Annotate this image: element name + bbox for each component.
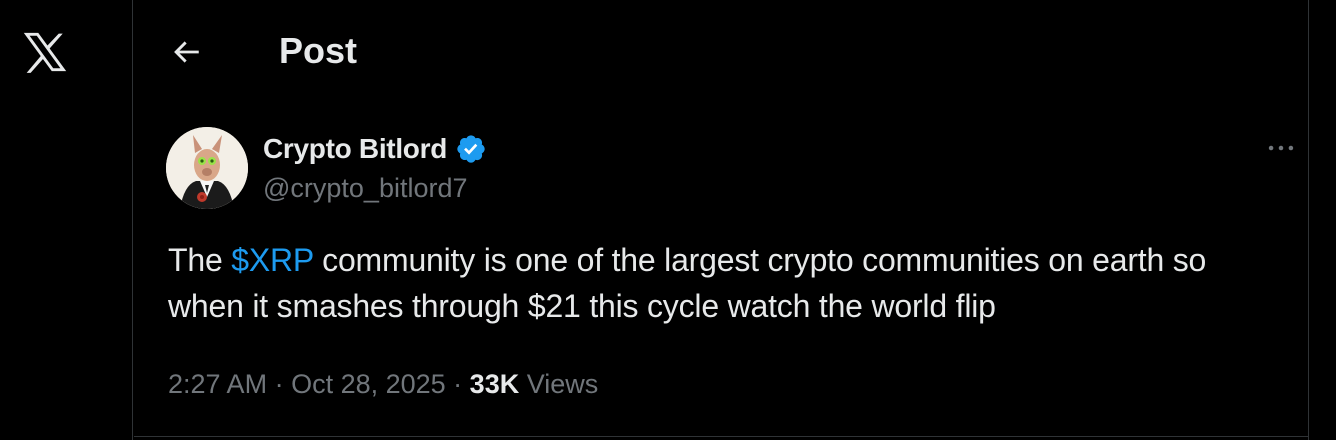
back-button[interactable] bbox=[162, 32, 210, 72]
cashtag-link[interactable]: $XRP bbox=[231, 242, 313, 278]
more-horizontal-icon bbox=[1268, 145, 1294, 151]
post-bottom-divider bbox=[134, 436, 1308, 437]
left-nav-rail bbox=[0, 0, 133, 440]
post-date[interactable]: Oct 28, 2025 bbox=[291, 369, 446, 399]
display-name-row: Crypto Bitlord bbox=[263, 130, 487, 168]
meta-separator: · bbox=[267, 369, 292, 399]
page-header: Post bbox=[134, 0, 1308, 100]
post-text-after: community is one of the largest crypto c… bbox=[168, 242, 1207, 324]
author-info: Crypto Bitlord @crypto_bitlord7 bbox=[263, 130, 487, 206]
post-time[interactable]: 2:27 AM bbox=[168, 369, 267, 399]
page-title: Post bbox=[279, 30, 358, 71]
author-handle[interactable]: @crypto_bitlord7 bbox=[263, 170, 487, 206]
post-text: The $XRP community is one of the largest… bbox=[168, 237, 1288, 329]
views-count: 33K bbox=[469, 369, 520, 399]
avatar[interactable] bbox=[166, 127, 248, 209]
main-column: Post Crypto Bitlord @crypto_bitlord7 The… bbox=[134, 0, 1308, 440]
column-divider bbox=[1308, 0, 1309, 440]
verified-badge-icon[interactable] bbox=[455, 133, 487, 165]
x-logo-icon[interactable] bbox=[20, 27, 70, 77]
author-display-name[interactable]: Crypto Bitlord bbox=[263, 133, 447, 165]
post-text-before: The bbox=[168, 242, 232, 278]
more-options-button[interactable] bbox=[1260, 132, 1302, 164]
post-metadata: 2:27 AM · Oct 28, 2025 · 33K Views bbox=[168, 366, 598, 402]
arrow-left-icon bbox=[174, 41, 199, 63]
views-label: Views bbox=[519, 369, 599, 399]
meta-separator: · bbox=[445, 369, 470, 399]
